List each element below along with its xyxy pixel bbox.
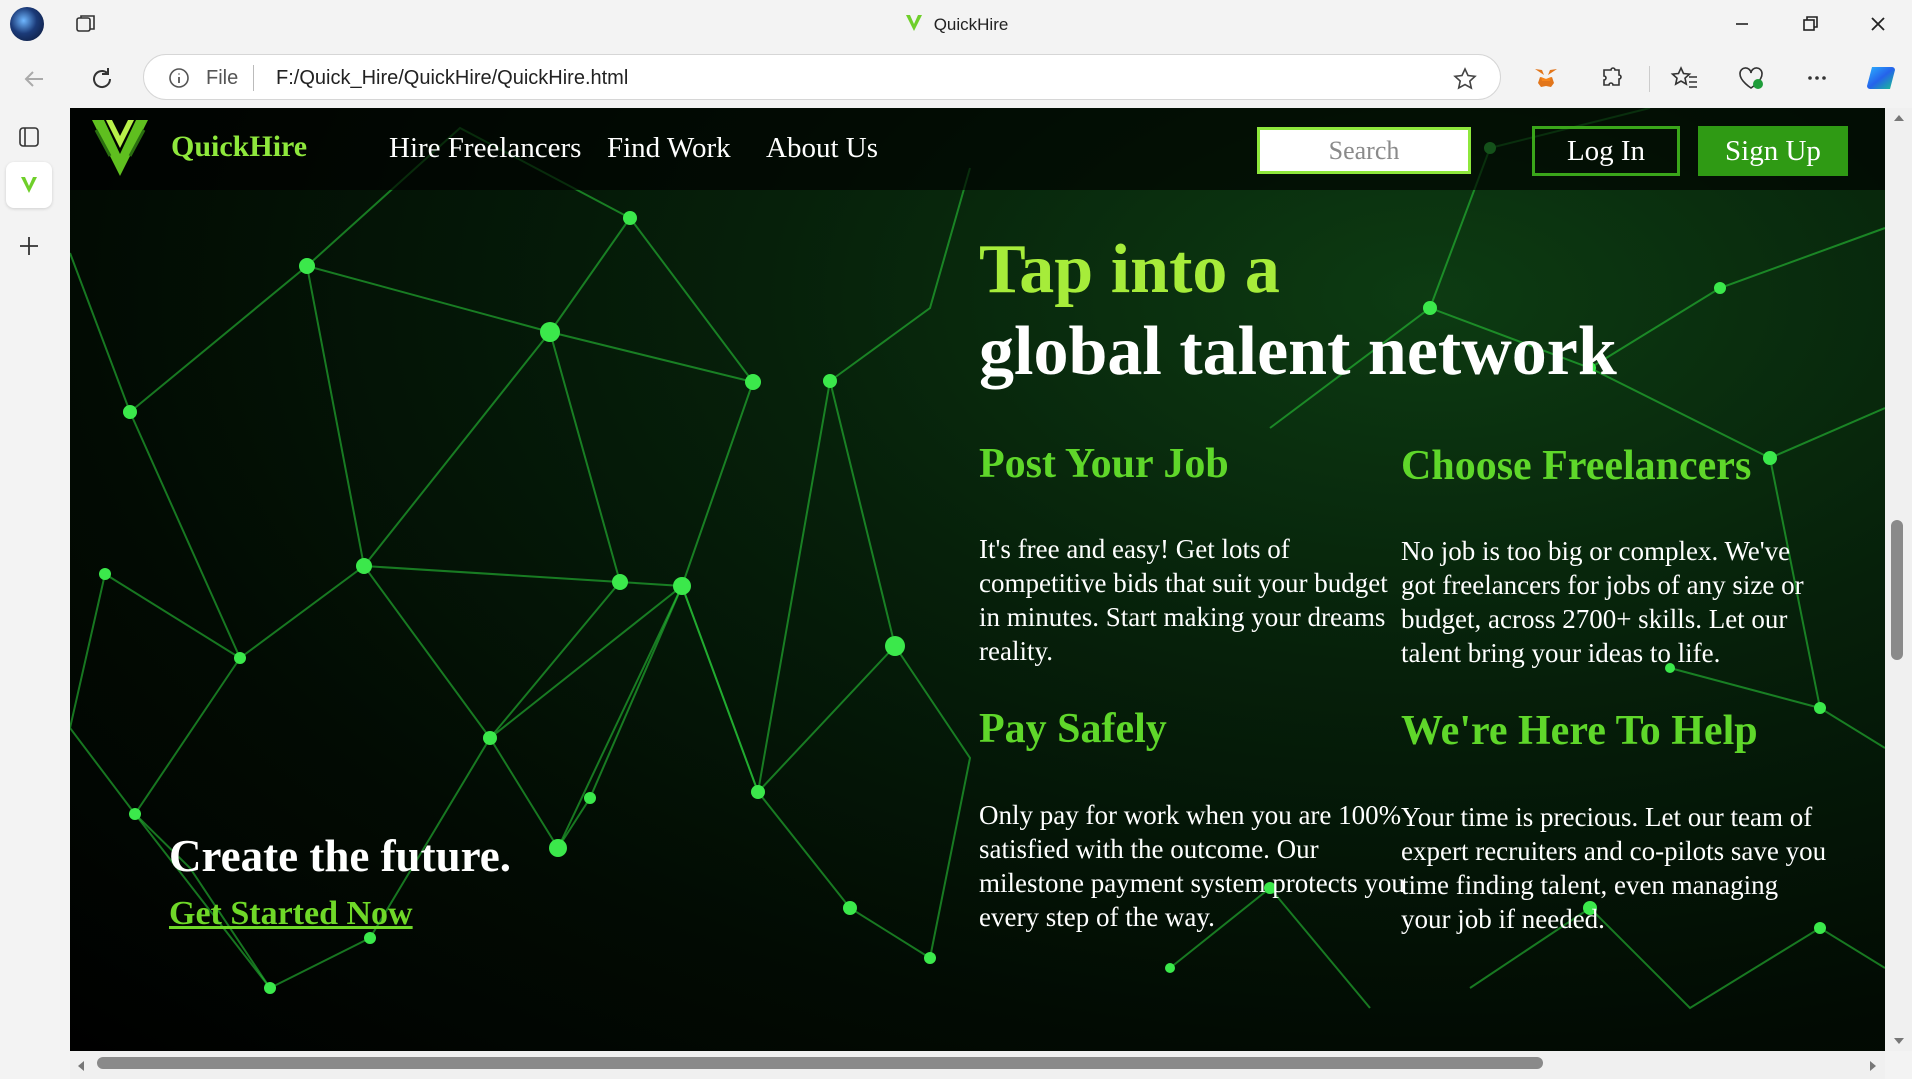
hero-headline-line2: global talent network xyxy=(979,313,1617,390)
vertical-scroll-thumb[interactable] xyxy=(1891,520,1903,660)
nav-about-us[interactable]: About Us xyxy=(766,132,878,165)
feature-title-help: We're Here To Help xyxy=(1401,708,1758,754)
feature-text-pay-safely: Only pay for work when you are 100% sati… xyxy=(979,800,1405,932)
refresh-icon[interactable] xyxy=(87,64,117,94)
browser-titlebar: QuickHire xyxy=(0,0,1912,48)
quickhire-tab-icon xyxy=(21,177,37,193)
browser-vertical-sidebar xyxy=(0,108,58,1079)
active-tab[interactable]: QuickHire xyxy=(0,13,1912,35)
favorites-icon[interactable] xyxy=(1670,63,1700,93)
scroll-right-arrow-icon[interactable] xyxy=(1868,1059,1878,1073)
browser-essentials-icon[interactable] xyxy=(1736,63,1766,93)
feature-title-choose-freelancers: Choose Freelancers xyxy=(1401,443,1752,489)
close-icon[interactable] xyxy=(1864,10,1892,38)
info-icon[interactable] xyxy=(168,67,190,89)
login-button[interactable]: Log In xyxy=(1532,126,1680,176)
address-divider xyxy=(253,65,254,91)
webpage-viewport: QuickHire Hire Freelancers Find Work Abo… xyxy=(70,108,1885,1051)
back-icon[interactable] xyxy=(19,64,49,94)
feature-title-post-job: Post Your Job xyxy=(979,441,1229,487)
signup-button[interactable]: Sign Up xyxy=(1698,126,1848,176)
toolbar-divider xyxy=(1649,66,1650,92)
search-input[interactable]: Search xyxy=(1257,127,1471,174)
address-bar[interactable]: File F:/Quick_Hire/QuickHire/QuickHire.h… xyxy=(143,54,1501,100)
metamask-extension-icon[interactable] xyxy=(1531,63,1561,93)
extensions-icon[interactable] xyxy=(1597,63,1627,93)
scroll-up-arrow-icon[interactable] xyxy=(1892,113,1906,123)
copilot-icon[interactable] xyxy=(1864,61,1898,95)
restore-icon[interactable] xyxy=(1796,10,1824,38)
minimize-icon[interactable] xyxy=(1728,10,1756,38)
tab-title-text: QuickHire xyxy=(933,15,1009,34)
quickhire-favicon-icon xyxy=(905,15,922,31)
new-tab-plus-icon[interactable] xyxy=(14,231,44,261)
tab-panel-icon[interactable] xyxy=(14,122,44,152)
scroll-left-arrow-icon[interactable] xyxy=(76,1059,86,1073)
feature-text-help: Your time is precious. Let our team of e… xyxy=(1401,802,1827,934)
nav-find-work[interactable]: Find Work xyxy=(607,132,731,165)
cta-title: Create the future. xyxy=(169,831,511,881)
feature-text-post-job: It's free and easy! Get lots of competit… xyxy=(979,534,1388,666)
site-header: QuickHire Hire Freelancers Find Work Abo… xyxy=(70,108,1885,190)
scroll-down-arrow-icon[interactable] xyxy=(1892,1036,1906,1046)
url-text[interactable]: F:/Quick_Hire/QuickHire/QuickHire.html xyxy=(276,67,628,90)
feature-text-choose-freelancers: No job is too big or complex. We've got … xyxy=(1401,536,1804,668)
browser-toolbar: File F:/Quick_Hire/QuickHire/QuickHire.h… xyxy=(0,48,1912,108)
brand-name[interactable]: QuickHire xyxy=(171,130,307,164)
quickhire-logo-icon[interactable] xyxy=(88,116,152,180)
feature-title-pay-safely: Pay Safely xyxy=(979,706,1167,752)
more-options-icon[interactable] xyxy=(1802,63,1832,93)
hero-headline-line1: Tap into a xyxy=(979,231,1280,308)
get-started-link[interactable]: Get Started Now xyxy=(169,895,413,933)
nav-hire-freelancers[interactable]: Hire Freelancers xyxy=(389,132,581,165)
favorite-star-icon[interactable] xyxy=(1452,66,1478,92)
sidebar-tab-quickhire[interactable] xyxy=(6,162,52,208)
horizontal-scroll-thumb[interactable] xyxy=(97,1057,1543,1069)
scheme-label: File xyxy=(206,67,239,89)
